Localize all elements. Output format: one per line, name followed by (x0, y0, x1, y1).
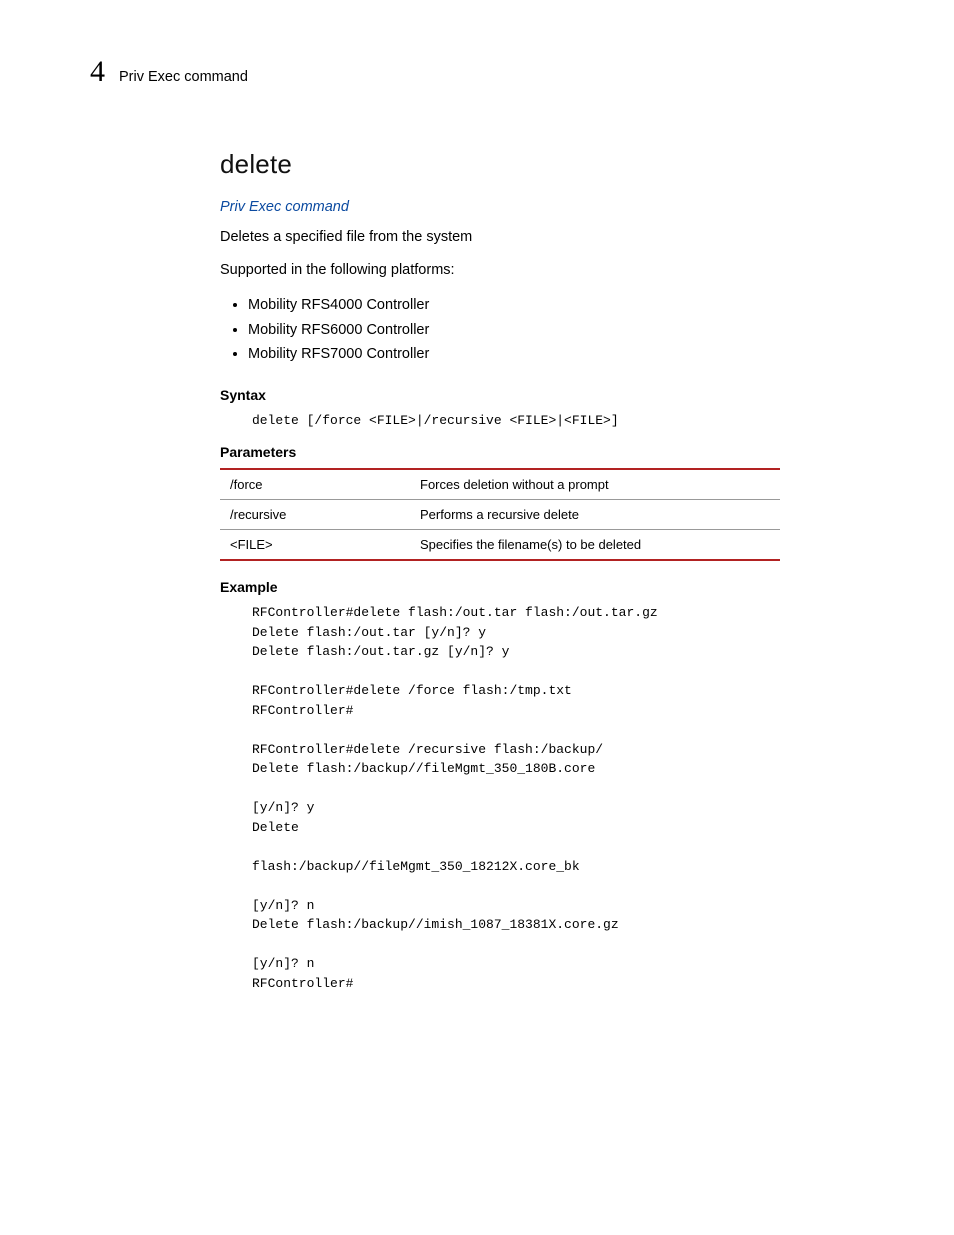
example-heading: Example (220, 579, 780, 595)
table-row: /force Forces deletion without a prompt (220, 469, 780, 500)
page: 4 Priv Exec command delete Priv Exec com… (0, 0, 954, 1067)
list-item: Mobility RFS6000 Controller (248, 318, 780, 343)
page-header: 4 Priv Exec command (90, 55, 864, 89)
parameters-heading: Parameters (220, 444, 780, 460)
content-column: delete Priv Exec command Deletes a speci… (220, 149, 780, 993)
table-row: <FILE> Specifies the filename(s) to be d… (220, 530, 780, 561)
param-name: /recursive (220, 500, 410, 530)
example-code: RFController#delete flash:/out.tar flash… (252, 603, 780, 993)
parameters-table: /force Forces deletion without a prompt … (220, 468, 780, 561)
platform-list: Mobility RFS4000 Controller Mobility RFS… (220, 293, 780, 367)
list-item: Mobility RFS7000 Controller (248, 342, 780, 367)
param-name: /force (220, 469, 410, 500)
syntax-heading: Syntax (220, 387, 780, 403)
param-desc: Performs a recursive delete (410, 500, 780, 530)
list-item: Mobility RFS4000 Controller (248, 293, 780, 318)
chapter-number: 4 (90, 55, 105, 89)
table-row: /recursive Performs a recursive delete (220, 500, 780, 530)
description-line-2: Supported in the following platforms: (220, 260, 780, 281)
param-name: <FILE> (220, 530, 410, 561)
param-desc: Forces deletion without a prompt (410, 469, 780, 500)
syntax-code: delete [/force <FILE>|/recursive <FILE>|… (252, 411, 780, 431)
breadcrumb-link[interactable]: Priv Exec command (220, 199, 349, 215)
header-title: Priv Exec command (119, 69, 248, 85)
param-desc: Specifies the filename(s) to be deleted (410, 530, 780, 561)
command-title: delete (220, 149, 780, 180)
description-line-1: Deletes a specified file from the system (220, 227, 780, 248)
